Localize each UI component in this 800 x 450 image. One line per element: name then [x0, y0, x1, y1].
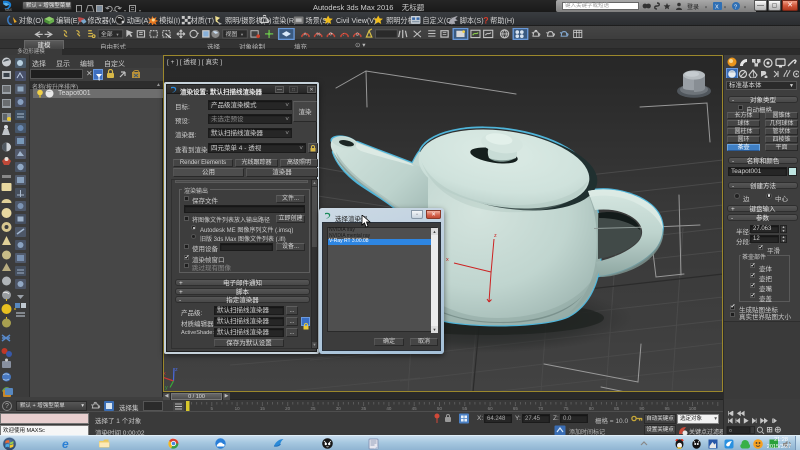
svg-text:视图: 视图: [225, 30, 237, 38]
svg-text:⊙: ⊙: [355, 31, 359, 36]
svg-text:动画(A): 动画(A): [127, 15, 151, 24]
svg-text:%: %: [316, 31, 320, 36]
svg-text:x: x: [446, 257, 449, 263]
svg-text:脚本(S): 脚本(S): [460, 15, 484, 24]
svg-text:材质(T): 材质(T): [191, 15, 214, 24]
svg-text:修改器(M): 修改器(M): [88, 15, 120, 24]
svg-text:帮助(H): 帮助(H): [490, 15, 514, 24]
svg-text:▾: ▾: [705, 5, 707, 10]
svg-text:x: x: [164, 371, 166, 377]
svg-text:对象(O): 对象(O): [19, 15, 44, 24]
svg-text:全部: 全部: [101, 30, 113, 38]
svg-text:?: ?: [483, 15, 488, 25]
svg-text:登录: 登录: [687, 3, 699, 11]
svg-text:?: ?: [734, 5, 737, 11]
svg-text:z: z: [494, 233, 497, 239]
svg-text:照明分析: 照明分析: [386, 15, 415, 24]
svg-text:X: X: [715, 5, 719, 11]
svg-text:e: e: [62, 437, 69, 450]
svg-text:Civil View(V): Civil View(V): [336, 16, 376, 24]
svg-text:z: z: [175, 367, 178, 373]
svg-text:编辑(E): 编辑(E): [56, 15, 80, 24]
svg-text:y: y: [165, 385, 168, 391]
svg-text:渲染(R): 渲染(R): [272, 15, 296, 24]
svg-text:模拟(I): 模拟(I): [159, 15, 180, 24]
svg-text::: :: [343, 31, 344, 36]
svg-text:[ + ] [ 透视 ] [ 真实 ]: [ + ] [ 透视 ] [ 真实 ]: [167, 57, 222, 66]
svg-text:▾: ▾: [744, 5, 746, 10]
svg-text:▾: ▾: [724, 5, 726, 10]
